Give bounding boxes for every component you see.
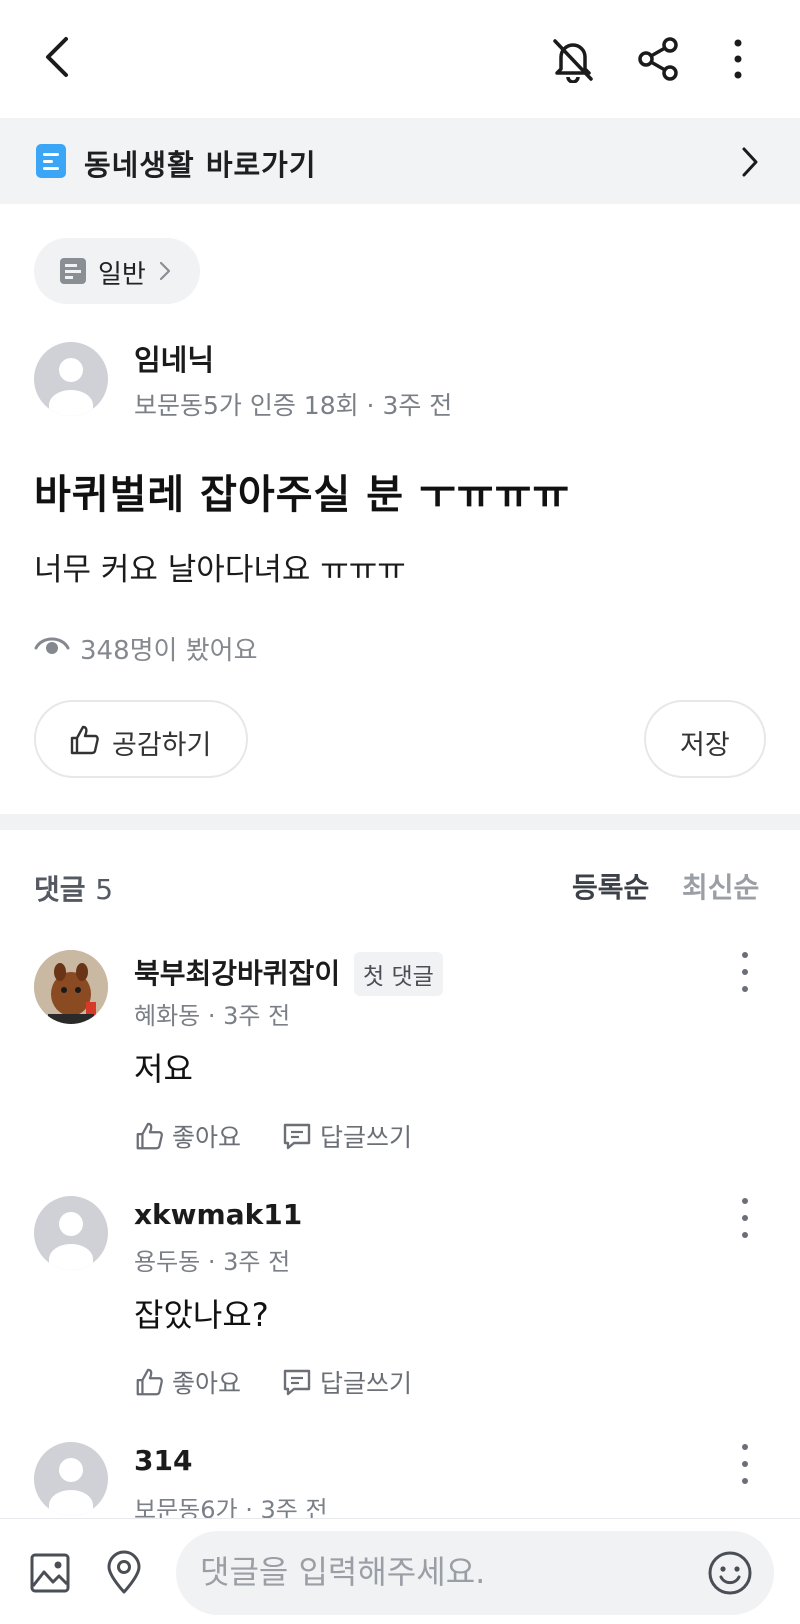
dot <box>742 1215 748 1221</box>
comment-more-button[interactable] <box>730 952 760 992</box>
comment-like-button[interactable]: 좋아요 <box>134 1118 241 1154</box>
image-icon <box>30 1553 70 1593</box>
like-post-label: 공감하기 <box>112 730 212 761</box>
sort-latest-tab[interactable]: 최신순 <box>682 866 759 906</box>
comments-header: 댓글 5 <box>34 868 113 908</box>
view-count: 348명이 봤어요 <box>80 636 258 666</box>
dot <box>742 1232 748 1238</box>
comment-author-name[interactable]: 북부최강바퀴잡이 <box>134 952 340 992</box>
bell-off-icon <box>553 39 593 83</box>
smiley-icon <box>708 1551 752 1595</box>
emoji-button[interactable] <box>706 1549 754 1597</box>
avatar-photo-icon <box>34 950 108 1024</box>
like-label: 좋아요 <box>172 1369 242 1398</box>
post-title: 바퀴벌레 잡아주실 분 ㅜㅠㅠㅠ <box>34 472 571 518</box>
reply-icon <box>283 1369 311 1396</box>
share-button[interactable] <box>630 30 688 88</box>
comments-count: 5 <box>95 873 114 906</box>
dot <box>742 952 748 958</box>
thumbs-up-icon <box>70 725 99 755</box>
thumbs-up-icon <box>136 1122 163 1150</box>
reply-label: 답글쓰기 <box>320 1123 413 1152</box>
dot <box>742 969 748 975</box>
section-divider <box>0 814 800 830</box>
more-options-button[interactable] <box>718 30 758 88</box>
reply-icon <box>283 1123 311 1150</box>
more-vertical-icon <box>734 39 742 79</box>
like-label: 좋아요 <box>172 1123 242 1152</box>
back-button[interactable] <box>30 30 84 84</box>
comment-text: 저요 <box>134 1050 193 1088</box>
chevron-right-icon <box>742 147 758 177</box>
dot <box>742 1461 748 1467</box>
chevron-right-small-icon <box>159 261 171 281</box>
author-name[interactable]: 임네닉 <box>134 337 214 379</box>
first-comment-badge: 첫 댓글 <box>354 952 443 996</box>
comment-avatar[interactable] <box>34 1442 108 1516</box>
save-button[interactable]: 저장 <box>644 700 766 778</box>
board-icon <box>60 258 86 284</box>
comment-meta: 혜화동 · 3주 전 <box>134 1002 291 1030</box>
comment-reply-button[interactable]: 답글쓰기 <box>282 1118 412 1154</box>
share-icon <box>638 37 678 81</box>
comment-like-button[interactable]: 좋아요 <box>134 1364 241 1400</box>
author-meta: 보문동5가 인증 18회 · 3주 전 <box>134 391 453 420</box>
comment-avatar[interactable] <box>34 950 108 1024</box>
post-body: 너무 커요 날아다녀요 ㅠㅠㅠ <box>34 552 406 588</box>
comment-input-container <box>176 1531 774 1615</box>
category-label: 일반 <box>98 260 146 290</box>
location-pin-icon <box>107 1550 141 1594</box>
top-bar <box>0 0 800 118</box>
neighborhood-life-banner[interactable]: 동네생활 바로가기 <box>0 118 800 204</box>
author-avatar[interactable] <box>34 342 108 416</box>
comments-title: 댓글 <box>34 873 86 906</box>
category-chip[interactable]: 일반 <box>34 238 200 304</box>
dot <box>742 1478 748 1484</box>
eye-icon <box>34 637 70 654</box>
comment-reply-button[interactable]: 답글쓰기 <box>282 1364 412 1400</box>
comment-text: 잡았나요? <box>134 1296 269 1334</box>
attach-image-button[interactable] <box>26 1549 74 1597</box>
notification-off-button[interactable] <box>544 30 602 88</box>
dot <box>742 986 748 992</box>
banner-label: 동네생활 바로가기 <box>84 148 317 182</box>
attach-location-button[interactable] <box>100 1547 148 1597</box>
dot <box>742 1444 748 1450</box>
reply-label: 답글쓰기 <box>320 1369 413 1398</box>
comment-more-button[interactable] <box>730 1198 760 1238</box>
comment-input-bar <box>0 1518 800 1624</box>
save-label: 저장 <box>680 730 730 761</box>
comment-avatar[interactable] <box>34 1196 108 1270</box>
comment-author-name[interactable]: 314 <box>134 1444 192 1477</box>
comment-input[interactable] <box>200 1547 670 1597</box>
like-post-button[interactable]: 공감하기 <box>34 700 248 778</box>
dot <box>742 1198 748 1204</box>
back-arrow-icon <box>46 37 68 77</box>
document-icon <box>36 144 66 178</box>
comment-author-name[interactable]: xkwmak11 <box>134 1198 302 1231</box>
comment-more-button[interactable] <box>730 1444 760 1484</box>
sort-registered-tab[interactable]: 등록순 <box>572 866 649 906</box>
thumbs-up-icon <box>136 1368 163 1396</box>
comment-meta: 용두동 · 3주 전 <box>134 1248 291 1276</box>
